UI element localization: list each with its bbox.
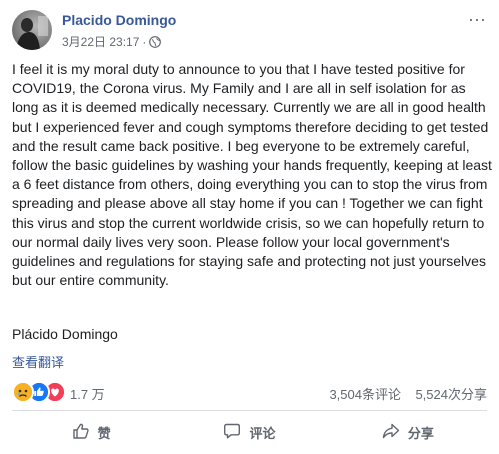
post-timestamp[interactable]: 3月22日 23:17 [62,33,139,50]
share-count[interactable]: 5,524次分享 [415,387,487,402]
post-meta: 3月22日 23:17 · [62,33,162,50]
comment-icon [223,422,241,443]
post-text: I feel it is my moral duty to announce t… [12,60,492,290]
like-label: 赞 [97,425,111,441]
share-label: 分享 [407,425,434,441]
post-signature: Plácido Domingo [12,326,118,342]
comment-label: 评论 [249,425,276,441]
share-button[interactable]: 分享 [329,414,487,450]
comments-shares: 3,504条评论 5,524次分享 [329,384,487,403]
see-translation-link[interactable]: 查看翻译 [12,352,64,371]
thumbs-up-icon [72,422,90,443]
more-options-icon[interactable]: ··· [467,10,487,30]
divider [12,410,487,411]
reaction-icons[interactable] [12,381,66,403]
sad-reaction-icon [12,381,34,403]
reactions-row: 1.7 万 3,504条评论 5,524次分享 [12,380,487,403]
author-name[interactable]: Placido Domingo [62,12,176,28]
comment-button[interactable]: 评论 [170,414,328,450]
avatar[interactable] [12,10,52,50]
post-text-content: I feel it is my moral duty to announce t… [12,61,492,289]
comment-count[interactable]: 3,504条评论 [329,387,401,402]
like-button[interactable]: 赞 [12,414,170,450]
post-card: Placido Domingo 3月22日 23:17 · ··· I feel… [0,0,499,454]
globe-icon [149,35,162,48]
post-header: Placido Domingo 3月22日 23:17 · ··· [12,10,487,54]
meta-separator: · [142,34,147,49]
share-icon [382,422,400,443]
action-bar: 赞 评论 分享 [12,414,487,450]
reaction-count[interactable]: 1.7 万 [70,384,105,403]
